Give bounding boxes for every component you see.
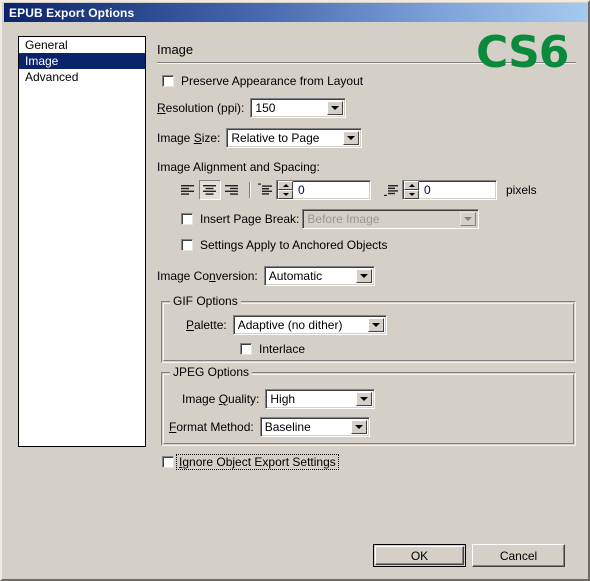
insert-page-break-row[interactable]: Insert Page Break: Before Image	[181, 209, 480, 229]
space-before-stepper[interactable]: 0	[276, 180, 371, 200]
insert-page-break-checkbox[interactable]	[181, 213, 193, 225]
space-after-stepper-buttons[interactable]	[404, 181, 419, 199]
settings-apply-anchored-row[interactable]: Settings Apply to Anchored Objects	[181, 238, 387, 252]
format-method-label: Format Method:	[169, 420, 254, 434]
epub-export-options-dialog: EPUB Export Options General Image Advanc…	[0, 0, 590, 581]
align-center-icon[interactable]	[199, 180, 221, 200]
stepper-up-icon[interactable]	[404, 181, 419, 190]
image-quality-combobox[interactable]: High	[265, 389, 376, 409]
gif-options-group: GIF Options Palette: Adaptive (no dither…	[161, 294, 576, 363]
stepper-up-icon[interactable]	[278, 181, 293, 190]
chevron-down-icon[interactable]	[355, 269, 372, 283]
chevron-down-icon[interactable]	[327, 101, 344, 115]
interlace-checkbox[interactable]	[240, 343, 252, 355]
ignore-object-export-row[interactable]: Ignore Object Export Settings	[162, 454, 339, 470]
stepper-down-icon[interactable]	[404, 190, 419, 199]
resolution-value: 150	[255, 101, 276, 115]
insert-page-break-label: Insert Page Break:	[200, 212, 300, 226]
gif-options-legend: GIF Options	[170, 294, 241, 308]
sidebar-item-advanced[interactable]: Advanced	[19, 69, 145, 85]
image-size-combobox[interactable]: Relative to Page	[226, 128, 363, 148]
space-before-stepper-buttons[interactable]	[278, 181, 293, 199]
cs6-brand-badge: CS6	[476, 27, 569, 78]
interlace-label: Interlace	[259, 342, 306, 356]
chevron-down-icon[interactable]	[343, 131, 360, 145]
space-after-stepper[interactable]: 0	[402, 180, 497, 200]
settings-apply-anchored-label: Settings Apply to Anchored Objects	[200, 238, 388, 252]
settings-apply-anchored-checkbox[interactable]	[181, 239, 193, 251]
space-after-value: 0	[424, 183, 431, 197]
spacing-units-label: pixels	[506, 183, 537, 197]
window-title: EPUB Export Options	[9, 5, 135, 20]
palette-combobox[interactable]: Adaptive (no dither)	[232, 315, 387, 335]
ok-button[interactable]: OK	[373, 544, 466, 567]
stepper-down-icon[interactable]	[278, 190, 293, 199]
image-conversion-combobox[interactable]: Automatic	[263, 266, 375, 286]
preserve-appearance-checkbox[interactable]	[162, 75, 174, 87]
insert-page-break-combobox[interactable]: Before Image	[302, 209, 480, 229]
chevron-down-icon[interactable]	[460, 212, 477, 226]
image-conversion-label: Image Conversion:	[157, 269, 258, 283]
image-conversion-value: Automatic	[268, 269, 323, 283]
ignore-object-export-checkbox[interactable]	[162, 456, 174, 468]
resolution-label: Resolution (ppi):	[157, 101, 245, 115]
title-bar: EPUB Export Options	[4, 3, 588, 22]
image-quality-label: Image Quality:	[182, 392, 260, 406]
chevron-down-icon[interactable]	[367, 318, 384, 332]
cancel-button-label: Cancel	[499, 548, 538, 563]
palette-row[interactable]: Palette: Adaptive (no dither)	[186, 315, 387, 335]
interlace-row[interactable]: Interlace	[240, 342, 305, 356]
ok-button-label: OK	[410, 548, 429, 563]
preserve-appearance-label: Preserve Appearance from Layout	[181, 74, 364, 88]
palette-value: Adaptive (no dither)	[237, 318, 343, 332]
image-settings-panel: Image Preserve Appearance from Layout Re…	[157, 36, 577, 476]
cancel-button[interactable]: Cancel	[472, 544, 565, 567]
sidebar-item-general[interactable]: General	[19, 37, 145, 53]
resolution-combobox[interactable]: 150	[250, 98, 347, 118]
toolbar-divider	[249, 182, 251, 198]
image-quality-row[interactable]: Image Quality: High	[182, 389, 376, 409]
ignore-object-export-label: Ignore Object Export Settings	[176, 454, 339, 470]
chevron-down-icon[interactable]	[356, 392, 373, 406]
space-before-icon	[257, 183, 273, 197]
preserve-appearance-row[interactable]: Preserve Appearance from Layout	[162, 74, 363, 88]
format-method-value: Baseline	[264, 420, 311, 434]
chevron-down-icon[interactable]	[350, 420, 367, 434]
image-size-label: Image Size:	[157, 131, 221, 145]
alignment-spacing-controls[interactable]: 0 0 pixels	[177, 180, 537, 200]
page-title: Image	[157, 42, 194, 57]
image-conversion-row[interactable]: Image Conversion: Automatic	[157, 266, 375, 286]
category-list[interactable]: General Image Advanced	[18, 36, 146, 447]
align-left-icon[interactable]	[177, 180, 199, 200]
resolution-row[interactable]: Resolution (ppi): 150	[157, 98, 347, 118]
insert-page-break-value: Before Image	[307, 212, 380, 226]
format-method-combobox[interactable]: Baseline	[259, 417, 370, 437]
jpeg-options-legend: JPEG Options	[170, 365, 253, 379]
space-before-value: 0	[298, 183, 305, 197]
alignment-spacing-label: Image Alignment and Spacing:	[157, 160, 320, 174]
palette-label: Palette:	[186, 318, 227, 332]
image-size-row[interactable]: Image Size: Relative to Page	[157, 128, 363, 148]
image-quality-value: High	[270, 392, 296, 406]
image-size-value: Relative to Page	[231, 131, 320, 145]
format-method-row[interactable]: Format Method: Baseline	[169, 417, 370, 437]
sidebar-item-image[interactable]: Image	[19, 53, 145, 69]
space-after-icon	[383, 183, 399, 197]
jpeg-options-group: JPEG Options Image Quality: High Format …	[161, 365, 576, 446]
alignment-spacing-label-row: Image Alignment and Spacing:	[157, 160, 320, 174]
align-right-icon[interactable]	[221, 180, 243, 200]
